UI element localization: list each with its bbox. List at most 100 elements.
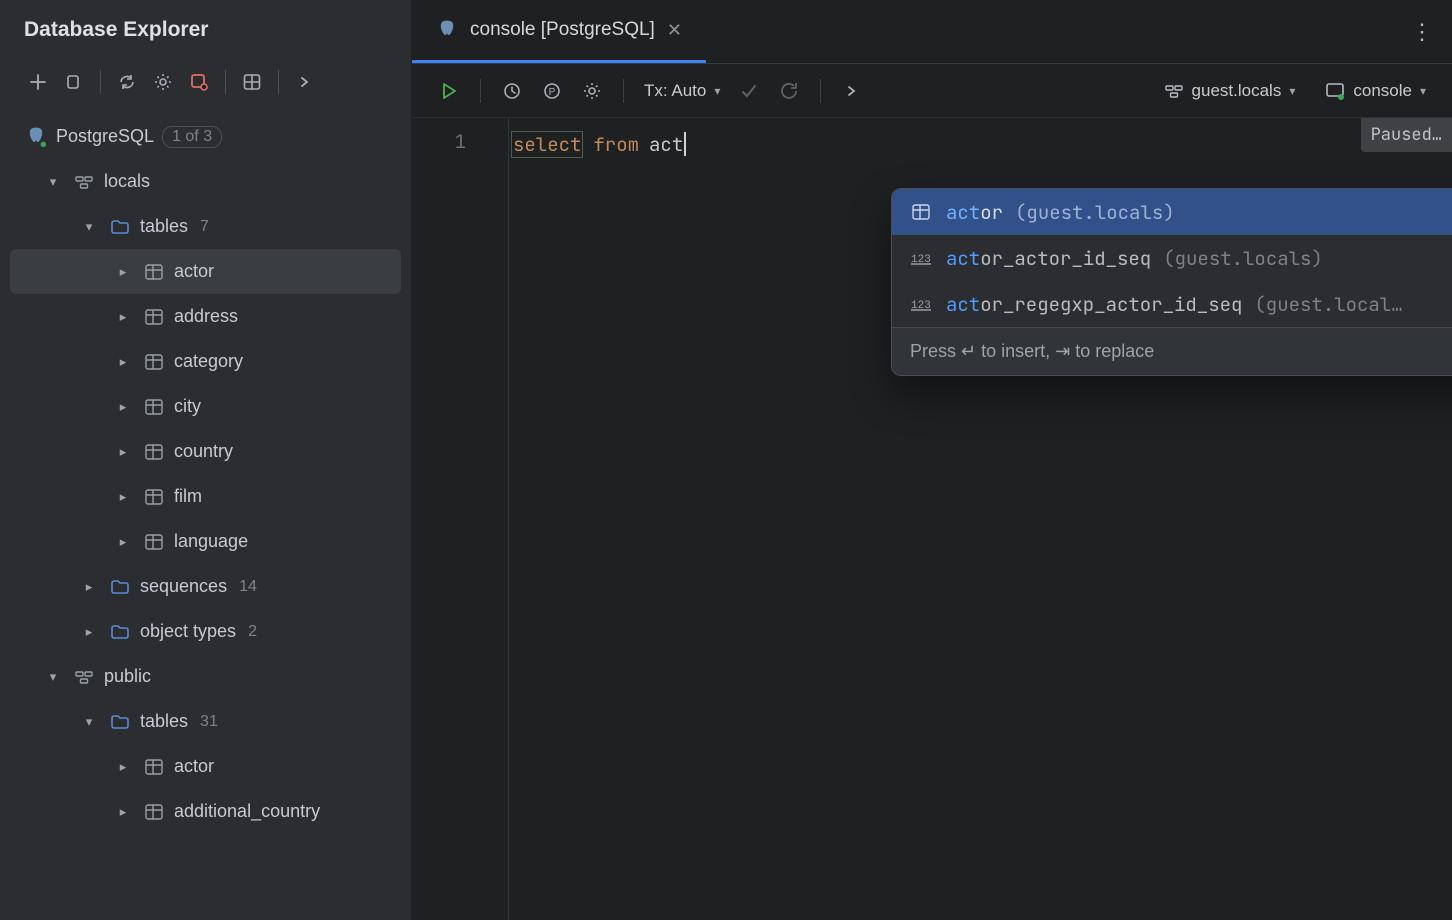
schema-label: locals <box>104 171 150 192</box>
chevron-right-icon: ▸ <box>112 534 134 550</box>
explain-plan-button[interactable]: P <box>535 74 569 108</box>
refresh-button[interactable] <box>111 66 143 98</box>
chevron-down-icon: ▾ <box>714 84 720 98</box>
group-count: 31 <box>196 713 218 731</box>
table-icon <box>142 440 166 464</box>
settings-button[interactable] <box>147 66 179 98</box>
database-tree[interactable]: PostgreSQL 1 of 3 ▾ locals ▾ tables <box>0 112 411 920</box>
editor-toolbar: P Tx: Auto ▾ guest.local <box>412 64 1452 118</box>
analysis-status: Paused… <box>1361 118 1452 152</box>
completion-rest: or_actor_id_seq <box>980 246 1151 271</box>
chevron-down-icon: ▾ <box>1289 84 1295 98</box>
table-label: city <box>174 396 201 417</box>
completion-item[interactable]: actor (guest.locals) PostgreSQL <box>892 189 1452 235</box>
chevron-down-icon: ▾ <box>78 219 100 235</box>
add-datasource-button[interactable] <box>22 66 54 98</box>
table-label: film <box>174 486 202 507</box>
table-icon <box>910 203 932 221</box>
table-node-category[interactable]: ▸ category <box>10 339 401 384</box>
editor-pane: console [PostgreSQL] ✕ ⋮ P Tx: Auto <box>412 0 1452 920</box>
table-label: language <box>174 531 248 552</box>
completion-rest: or_regegxp_actor_id_seq <box>980 292 1242 317</box>
close-tab-button[interactable]: ✕ <box>667 20 682 41</box>
console-settings-button[interactable] <box>575 74 609 108</box>
schema-label: public <box>104 666 151 687</box>
schema-node-public[interactable]: ▾ public <box>10 654 401 699</box>
sidebar-toolbar <box>0 60 411 112</box>
more-button[interactable] <box>289 66 321 98</box>
table-node-language[interactable]: ▸ language <box>10 519 401 564</box>
console-icon <box>1325 81 1345 101</box>
commit-button[interactable] <box>732 74 766 108</box>
sequence-icon: 123 <box>910 251 932 265</box>
completion-item[interactable]: 123 actor_actor_id_seq (guest.locals) Po… <box>892 235 1452 281</box>
table-label: country <box>174 441 233 462</box>
table-node-public-additional-country[interactable]: ▸ additional_country <box>10 789 401 834</box>
completion-context: (guest.locals) <box>1163 246 1323 271</box>
completion-match: act <box>946 200 980 225</box>
line-number: 1 <box>412 129 466 154</box>
rollback-button[interactable] <box>772 74 806 108</box>
table-node-film[interactable]: ▸ film <box>10 474 401 519</box>
code-line-1[interactable]: select from act <box>509 129 1452 159</box>
table-node-actor[interactable]: ▸ actor <box>10 249 401 294</box>
completion-match: act <box>946 292 980 317</box>
chevron-right-icon: ▸ <box>112 309 134 325</box>
view-mode-button[interactable] <box>236 66 268 98</box>
overflow-button[interactable] <box>835 74 869 108</box>
schema-icon <box>1164 81 1184 101</box>
table-icon <box>142 260 166 284</box>
table-node-city[interactable]: ▸ city <box>10 384 401 429</box>
group-label: tables <box>140 216 188 237</box>
group-label: object types <box>140 621 236 642</box>
tx-mode-dropdown[interactable]: Tx: Auto ▾ <box>638 81 726 101</box>
run-button[interactable] <box>432 74 466 108</box>
keyword-from: from <box>593 132 639 157</box>
table-icon <box>142 350 166 374</box>
table-node-country[interactable]: ▸ country <box>10 429 401 474</box>
completion-context: (guest.locals) <box>1015 200 1175 225</box>
table-node-public-actor[interactable]: ▸ actor <box>10 744 401 789</box>
disconnect-button[interactable] <box>183 66 215 98</box>
chevron-down-icon: ▾ <box>78 714 100 730</box>
tab-console[interactable]: console [PostgreSQL] ✕ <box>412 0 706 63</box>
toolbar-separator <box>100 70 101 94</box>
table-icon <box>142 305 166 329</box>
chevron-right-icon: ▸ <box>78 624 100 640</box>
group-node-sequences[interactable]: ▸ sequences 14 <box>10 564 401 609</box>
table-label: category <box>174 351 243 372</box>
history-button[interactable] <box>495 74 529 108</box>
identifier-act: act <box>649 132 683 157</box>
completion-rest: or <box>980 200 1003 225</box>
gutter: 1 <box>412 118 508 920</box>
chevron-down-icon: ▾ <box>42 669 64 685</box>
completion-item[interactable]: 123 actor_regegxp_actor_id_seq (guest.lo… <box>892 281 1452 327</box>
table-icon <box>142 395 166 419</box>
svg-text:P: P <box>549 87 556 98</box>
sequence-icon: 123 <box>910 297 932 311</box>
group-node-object-types[interactable]: ▸ object types 2 <box>10 609 401 654</box>
chevron-right-icon: ▸ <box>112 399 134 415</box>
tab-options-button[interactable]: ⋮ <box>1402 19 1442 45</box>
completion-popup[interactable]: actor (guest.locals) PostgreSQL 123 acto… <box>891 188 1452 376</box>
datasource-counter: 1 of 3 <box>162 126 222 148</box>
group-count: 14 <box>235 578 257 596</box>
table-label: actor <box>174 261 214 282</box>
text-caret <box>684 132 686 156</box>
tab-title: console [PostgreSQL] <box>470 19 655 41</box>
table-node-address[interactable]: ▸ address <box>10 294 401 339</box>
group-label: tables <box>140 711 188 732</box>
schema-icon <box>72 665 96 689</box>
schema-node-locals[interactable]: ▾ locals <box>10 159 401 204</box>
datasource-node[interactable]: PostgreSQL 1 of 3 <box>10 114 401 159</box>
schema-selector-label: guest.locals <box>1192 81 1282 101</box>
session-selector[interactable]: console ▾ <box>1319 81 1432 101</box>
tab-bar: console [PostgreSQL] ✕ ⋮ <box>412 0 1452 64</box>
schema-selector[interactable]: guest.locals ▾ <box>1158 81 1302 101</box>
group-label: sequences <box>140 576 227 597</box>
group-node-tables-public[interactable]: ▾ tables 31 <box>10 699 401 744</box>
table-label: actor <box>174 756 214 777</box>
chevron-down-icon: ▾ <box>1420 84 1426 98</box>
group-node-tables[interactable]: ▾ tables 7 <box>10 204 401 249</box>
duplicate-button[interactable] <box>58 66 90 98</box>
